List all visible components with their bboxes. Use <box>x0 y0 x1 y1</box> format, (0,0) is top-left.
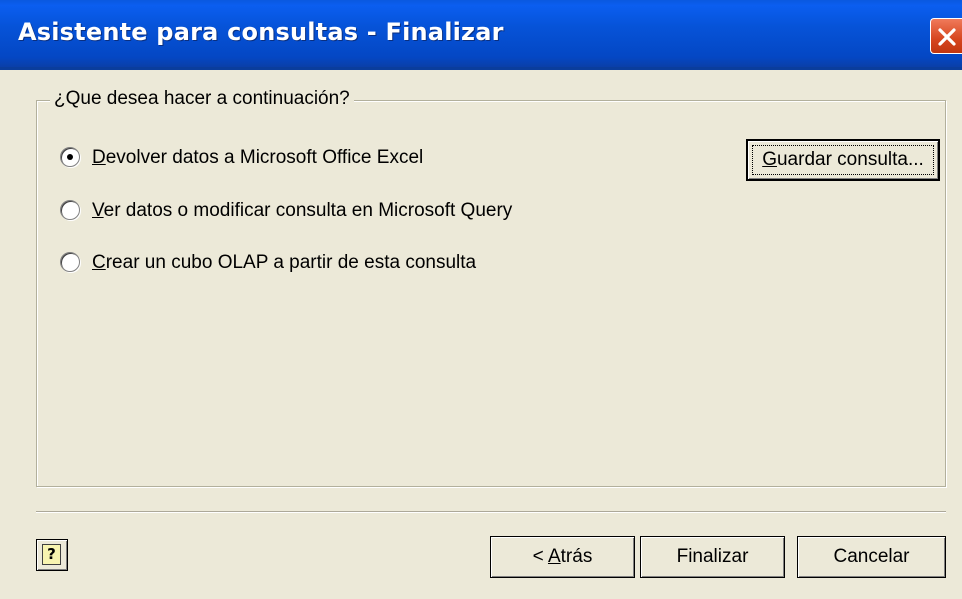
back-label-rest: trás <box>560 546 593 567</box>
groupbox-legend: ¿Que desea hacer a continuación? <box>50 88 354 110</box>
help-button[interactable]: ? <box>36 539 68 571</box>
save-query-button[interactable]: Guardar consulta... <box>746 139 940 181</box>
accesskey: D <box>92 147 106 168</box>
footer-separator <box>36 511 946 513</box>
title-bar[interactable]: Asistente para consultas - Finalizar <box>0 0 962 70</box>
close-button[interactable] <box>930 18 962 54</box>
finish-button[interactable]: Finalizar <box>640 536 785 578</box>
cancel-button[interactable]: Cancelar <box>797 536 946 578</box>
option-label[interactable]: Devolver datos a Microsoft Office Excel <box>92 145 423 171</box>
window-title: Asistente para consultas - Finalizar <box>18 18 504 46</box>
label-rest: rear un cubo OLAP a partir de esta consu… <box>105 252 477 273</box>
option-label[interactable]: Ver datos o modificar consulta en Micros… <box>92 198 512 224</box>
dialog-window: Asistente para consultas - Finalizar ¿Qu… <box>0 0 962 599</box>
back-button[interactable]: < Atrás <box>490 536 635 578</box>
accesskey: C <box>92 252 106 273</box>
accesskey: V <box>92 200 104 221</box>
label-rest: er datos o modificar consulta en Microso… <box>103 200 513 221</box>
radio-dot <box>67 154 73 160</box>
radio-unselected-icon[interactable] <box>60 200 80 220</box>
help-icon: ? <box>42 544 61 565</box>
back-prefix: < <box>532 546 548 567</box>
option-label[interactable]: Crear un cubo OLAP a partir de esta cons… <box>92 250 476 276</box>
close-icon <box>938 28 956 46</box>
label-rest: evolver datos a Microsoft Office Excel <box>105 147 424 168</box>
radio-selected-icon[interactable] <box>60 147 80 167</box>
button-label-rest: uardar consulta... <box>776 149 924 170</box>
accesskey: A <box>547 546 561 567</box>
radio-unselected-icon[interactable] <box>60 252 80 272</box>
accesskey: G <box>762 149 777 170</box>
